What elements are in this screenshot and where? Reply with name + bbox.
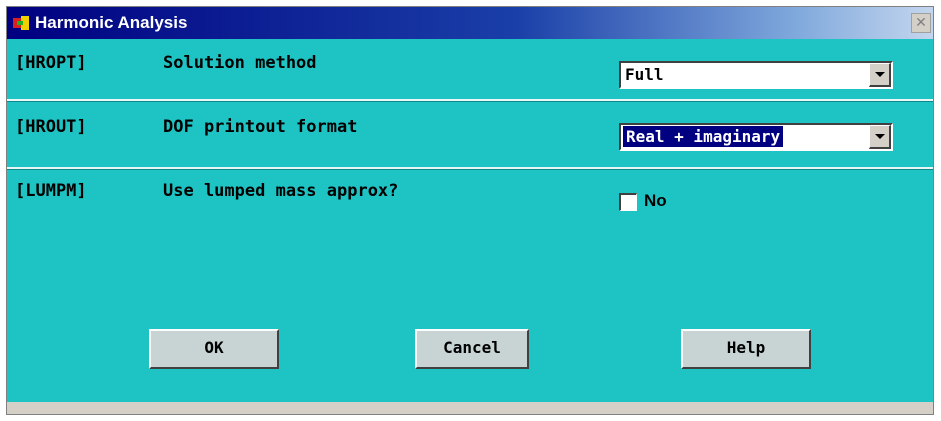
dialog-content: [HROPT] Solution method Full [HROUT] DOF…: [7, 39, 933, 402]
solution-method-label: Solution method: [163, 53, 317, 73]
hrout-tag: [HROUT]: [15, 117, 87, 137]
dof-printout-format-label: DOF printout format: [163, 117, 358, 137]
app-icon: [13, 16, 31, 30]
lumped-mass-checkbox[interactable]: [619, 193, 637, 211]
dof-printout-format-select[interactable]: Real + imaginary: [619, 123, 893, 151]
dropdown-arrow-icon[interactable]: [869, 63, 891, 87]
solution-method-value: Full: [625, 65, 664, 84]
solution-method-select[interactable]: Full: [619, 61, 893, 89]
lumped-mass-checkbox-label[interactable]: No: [644, 191, 667, 211]
hrout-row: [HROUT] DOF printout format Real + imagi…: [7, 101, 933, 169]
lumpm-tag: [LUMPM]: [15, 181, 87, 201]
harmonic-analysis-dialog: Harmonic Analysis ✕ [HROPT] Solution met…: [6, 6, 934, 415]
ok-button[interactable]: OK: [149, 329, 279, 369]
close-icon[interactable]: ✕: [911, 13, 931, 33]
help-button[interactable]: Help: [681, 329, 811, 369]
title-bar[interactable]: Harmonic Analysis ✕: [7, 7, 933, 39]
window-title: Harmonic Analysis: [35, 13, 188, 32]
lumped-mass-label: Use lumped mass approx?: [163, 181, 399, 201]
hropt-row: [HROPT] Solution method Full: [7, 39, 933, 101]
dropdown-arrow-icon[interactable]: [869, 125, 891, 149]
dof-printout-format-value: Real + imaginary: [621, 125, 785, 148]
cancel-button[interactable]: Cancel: [415, 329, 529, 369]
hropt-tag: [HROPT]: [15, 53, 87, 73]
